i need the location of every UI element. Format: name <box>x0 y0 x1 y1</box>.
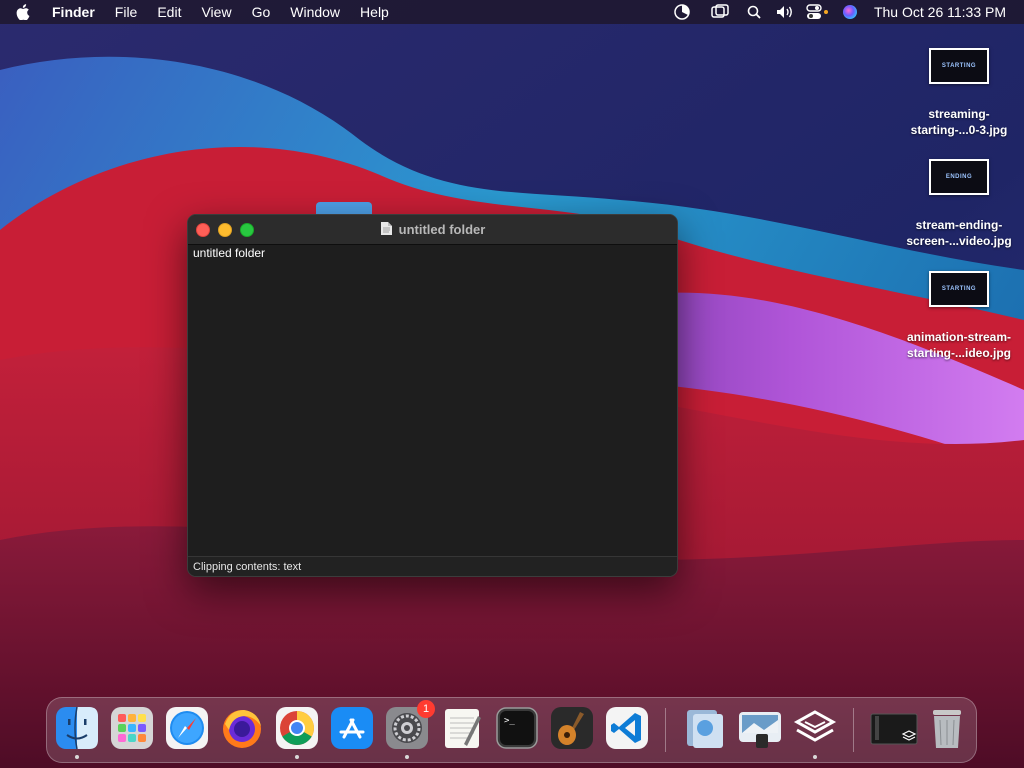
desktop-file-label: stream-ending- screen-...video.jpg <box>906 218 1012 248</box>
window-title: untitled folder <box>380 221 486 239</box>
dock-app-chrome[interactable] <box>275 706 319 750</box>
dock-app-screenshot-stack[interactable] <box>869 706 919 750</box>
dock-app-safari[interactable] <box>165 706 209 750</box>
image-thumbnail: STARTING <box>929 271 989 307</box>
running-indicator <box>405 755 409 759</box>
desktop-file-stream-ending[interactable]: ENDING stream-ending- screen-...video.jp… <box>899 159 1019 249</box>
menu-bar-clock[interactable]: Thu Oct 26 11:33 PM <box>864 4 1024 20</box>
menu-file[interactable]: File <box>105 4 148 20</box>
close-button[interactable] <box>196 223 210 237</box>
apple-menu-icon[interactable] <box>0 4 46 20</box>
window-title-text: untitled folder <box>398 222 486 237</box>
dock-app-vscode[interactable] <box>605 706 649 750</box>
status-bar: Clipping contents: text <box>188 556 677 576</box>
running-indicator <box>813 755 817 759</box>
menu-go[interactable]: Go <box>242 4 281 20</box>
dock: 1 >_ <box>46 697 977 763</box>
clipping-window: untitled folder untitled folder Clipping… <box>187 214 678 577</box>
dock-app-image-capture[interactable] <box>738 706 782 750</box>
menu-window[interactable]: Window <box>280 4 350 20</box>
dock-app-preview[interactable] <box>683 706 727 750</box>
dock-app-finder[interactable] <box>55 706 99 750</box>
running-indicator <box>75 755 79 759</box>
window-titlebar[interactable]: untitled folder <box>188 215 677 245</box>
notification-badge: 1 <box>417 700 435 718</box>
dock-app-textedit[interactable] <box>440 706 484 750</box>
dock-app-trash[interactable] <box>925 706 969 750</box>
document-icon <box>380 221 393 239</box>
zoom-button[interactable] <box>240 223 254 237</box>
volume-icon[interactable] <box>772 0 800 24</box>
desktop-file-animation-stream[interactable]: STARTING animation-stream- starting-...i… <box>899 271 1019 361</box>
image-thumbnail: STARTING <box>929 48 989 84</box>
desktop-file-label: streaming- starting-...0-3.jpg <box>910 107 1008 137</box>
dock-app-app-store[interactable] <box>330 706 374 750</box>
dock-separator <box>853 708 854 752</box>
menu-bar: Finder File Edit View Go Window Help Thu… <box>0 0 1024 24</box>
dock-app-launchpad[interactable] <box>110 706 154 750</box>
clipping-content[interactable]: untitled folder <box>188 245 677 549</box>
window-controls <box>196 223 254 237</box>
screen-mirroring-icon[interactable] <box>706 0 734 24</box>
image-thumbnail: ENDING <box>929 159 989 195</box>
svg-text:>_: >_ <box>504 716 515 726</box>
dock-separator <box>665 708 666 752</box>
minimize-button[interactable] <box>218 223 232 237</box>
screen-time-icon[interactable] <box>668 0 696 24</box>
dock-app-firefox[interactable] <box>220 706 264 750</box>
control-center-icon[interactable] <box>804 0 832 24</box>
dock-app-garageband[interactable] <box>550 706 594 750</box>
dock-app-system-preferences[interactable]: 1 <box>385 700 435 750</box>
dock-app-terminal[interactable]: >_ <box>495 706 539 750</box>
menu-app-finder[interactable]: Finder <box>46 4 105 20</box>
dock-app-lines[interactable] <box>793 706 837 750</box>
desktop-file-label: animation-stream- starting-...ideo.jpg <box>906 330 1012 360</box>
running-indicator <box>295 755 299 759</box>
siri-icon[interactable] <box>836 0 864 24</box>
menu-help[interactable]: Help <box>350 4 399 20</box>
desktop-file-streaming-starting[interactable]: STARTING streaming- starting-...0-3.jpg <box>899 48 1019 138</box>
menu-edit[interactable]: Edit <box>147 4 191 20</box>
spotlight-search-icon[interactable] <box>740 0 768 24</box>
menu-view[interactable]: View <box>191 4 241 20</box>
